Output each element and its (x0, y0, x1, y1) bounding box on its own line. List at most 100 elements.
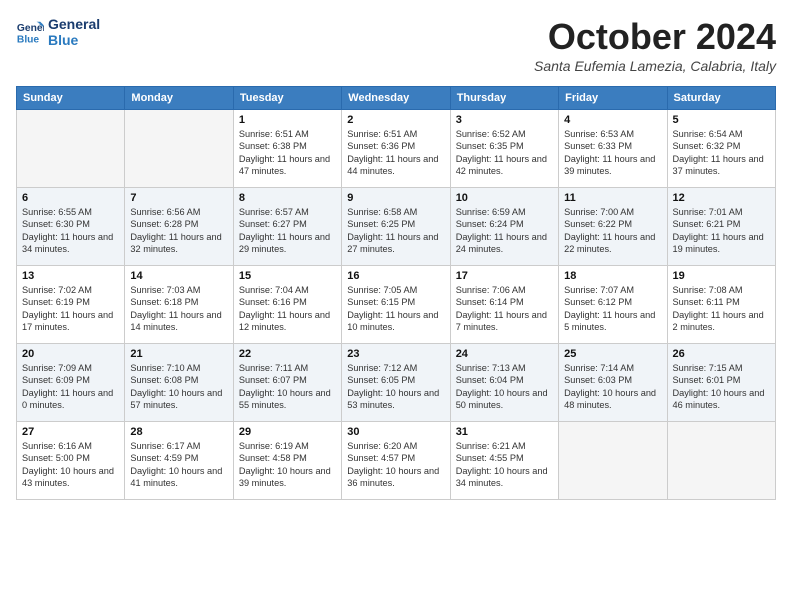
col-header-sunday: Sunday (17, 87, 125, 110)
day-number: 21 (130, 348, 227, 360)
day-info: Sunrise: 6:55 AM Sunset: 6:30 PM Dayligh… (22, 206, 119, 256)
logo: General Blue General Blue (16, 16, 100, 48)
day-number: 17 (456, 270, 553, 282)
day-info: Sunrise: 6:16 AM Sunset: 5:00 PM Dayligh… (22, 440, 119, 490)
day-info: Sunrise: 6:58 AM Sunset: 6:25 PM Dayligh… (347, 206, 444, 256)
calendar-cell: 24Sunrise: 7:13 AM Sunset: 6:04 PM Dayli… (450, 344, 558, 422)
calendar-table: SundayMondayTuesdayWednesdayThursdayFrid… (16, 86, 776, 500)
day-info: Sunrise: 7:09 AM Sunset: 6:09 PM Dayligh… (22, 362, 119, 412)
day-info: Sunrise: 7:00 AM Sunset: 6:22 PM Dayligh… (564, 206, 661, 256)
day-number: 4 (564, 114, 661, 126)
day-info: Sunrise: 6:53 AM Sunset: 6:33 PM Dayligh… (564, 128, 661, 178)
day-info: Sunrise: 7:02 AM Sunset: 6:19 PM Dayligh… (22, 284, 119, 334)
day-info: Sunrise: 6:21 AM Sunset: 4:55 PM Dayligh… (456, 440, 553, 490)
day-number: 1 (239, 114, 336, 126)
calendar-cell: 8Sunrise: 6:57 AM Sunset: 6:27 PM Daylig… (233, 188, 341, 266)
calendar-cell: 28 Sunrise: 6:17 AM Sunset: 4:59 PM Dayli… (125, 422, 233, 500)
day-number: 16 (347, 270, 444, 282)
day-number: 30 (347, 426, 444, 438)
calendar-cell (125, 110, 233, 188)
day-number: 28 (130, 426, 227, 438)
col-header-wednesday: Wednesday (342, 87, 450, 110)
calendar-cell: 15Sunrise: 7:04 AM Sunset: 6:16 PM Dayli… (233, 266, 341, 344)
calendar-cell: 26 Sunrise: 7:15 AM Sunset: 6:01 PM Dayli… (667, 344, 775, 422)
day-number: 9 (347, 192, 444, 204)
day-number: 2 (347, 114, 444, 126)
day-info: Sunrise: 7:07 AM Sunset: 6:12 PM Dayligh… (564, 284, 661, 334)
day-number: 19 (673, 270, 770, 282)
day-number: 12 (673, 192, 770, 204)
col-header-tuesday: Tuesday (233, 87, 341, 110)
day-number: 23 (347, 348, 444, 360)
calendar-cell: 10 Sunrise: 6:59 AM Sunset: 6:24 PM Dayli… (450, 188, 558, 266)
day-info: Sunrise: 7:08 AM Sunset: 6:11 PM Dayligh… (673, 284, 770, 334)
day-number: 24 (456, 348, 553, 360)
day-info: Sunrise: 7:01 AM Sunset: 6:21 PM Dayligh… (673, 206, 770, 256)
calendar-week-row: 27 Sunrise: 6:16 AM Sunset: 5:00 PM Dayli… (17, 422, 776, 500)
calendar-cell: 21 Sunrise: 7:10 AM Sunset: 6:08 PM Dayli… (125, 344, 233, 422)
calendar-cell: 1 Sunrise: 6:51 AM Sunset: 6:38 PM Daylig… (233, 110, 341, 188)
day-info: Sunrise: 7:10 AM Sunset: 6:08 PM Dayligh… (130, 362, 227, 412)
day-info: Sunrise: 6:52 AM Sunset: 6:35 PM Dayligh… (456, 128, 553, 178)
calendar-header-row: SundayMondayTuesdayWednesdayThursdayFrid… (17, 87, 776, 110)
day-info: Sunrise: 6:20 AM Sunset: 4:57 PM Dayligh… (347, 440, 444, 490)
day-number: 31 (456, 426, 553, 438)
calendar-cell: 16 Sunrise: 7:05 AM Sunset: 6:15 PM Dayli… (342, 266, 450, 344)
day-info: Sunrise: 6:51 AM Sunset: 6:38 PM Dayligh… (239, 128, 336, 178)
day-info: Sunrise: 7:06 AM Sunset: 6:14 PM Dayligh… (456, 284, 553, 334)
calendar-cell: 3 Sunrise: 6:52 AM Sunset: 6:35 PM Daylig… (450, 110, 558, 188)
day-number: 7 (130, 192, 227, 204)
location: Santa Eufemia Lamezia, Calabria, Italy (534, 58, 776, 74)
day-number: 10 (456, 192, 553, 204)
calendar-week-row: 6 Sunrise: 6:55 AM Sunset: 6:30 PM Daylig… (17, 188, 776, 266)
day-info: Sunrise: 7:03 AM Sunset: 6:18 PM Dayligh… (130, 284, 227, 334)
logo-icon: General Blue (16, 18, 44, 46)
day-number: 22 (239, 348, 336, 360)
month-title: October 2024 (534, 16, 776, 58)
calendar-cell: 29Sunrise: 6:19 AM Sunset: 4:58 PM Dayli… (233, 422, 341, 500)
day-number: 27 (22, 426, 119, 438)
calendar-cell: 13 Sunrise: 7:02 AM Sunset: 6:19 PM Dayli… (17, 266, 125, 344)
col-header-friday: Friday (559, 87, 667, 110)
day-number: 6 (22, 192, 119, 204)
day-info: Sunrise: 6:56 AM Sunset: 6:28 PM Dayligh… (130, 206, 227, 256)
day-info: Sunrise: 6:17 AM Sunset: 4:59 PM Dayligh… (130, 440, 227, 490)
calendar-cell (667, 422, 775, 500)
calendar-cell: 20 Sunrise: 7:09 AM Sunset: 6:09 PM Dayli… (17, 344, 125, 422)
calendar-cell: 12 Sunrise: 7:01 AM Sunset: 6:21 PM Dayli… (667, 188, 775, 266)
calendar-cell: 22 Sunrise: 7:11 AM Sunset: 6:07 PM Dayli… (233, 344, 341, 422)
col-header-monday: Monday (125, 87, 233, 110)
day-info: Sunrise: 7:11 AM Sunset: 6:07 PM Dayligh… (239, 362, 336, 412)
calendar-cell: 14Sunrise: 7:03 AM Sunset: 6:18 PM Dayli… (125, 266, 233, 344)
calendar-cell: 31 Sunrise: 6:21 AM Sunset: 4:55 PM Dayli… (450, 422, 558, 500)
calendar-cell: 2 Sunrise: 6:51 AM Sunset: 6:36 PM Daylig… (342, 110, 450, 188)
day-number: 26 (673, 348, 770, 360)
calendar-cell: 19 Sunrise: 7:08 AM Sunset: 6:11 PM Dayli… (667, 266, 775, 344)
calendar-cell: 18Sunrise: 7:07 AM Sunset: 6:12 PM Dayli… (559, 266, 667, 344)
calendar-cell: 4 Sunrise: 6:53 AM Sunset: 6:33 PM Daylig… (559, 110, 667, 188)
calendar-week-row: 20 Sunrise: 7:09 AM Sunset: 6:09 PM Dayli… (17, 344, 776, 422)
calendar-cell (559, 422, 667, 500)
day-number: 3 (456, 114, 553, 126)
day-number: 25 (564, 348, 661, 360)
day-number: 5 (673, 114, 770, 126)
day-info: Sunrise: 6:59 AM Sunset: 6:24 PM Dayligh… (456, 206, 553, 256)
day-info: Sunrise: 7:15 AM Sunset: 6:01 PM Dayligh… (673, 362, 770, 412)
day-info: Sunrise: 7:12 AM Sunset: 6:05 PM Dayligh… (347, 362, 444, 412)
day-number: 11 (564, 192, 661, 204)
calendar-cell: 23 Sunrise: 7:12 AM Sunset: 6:05 PM Dayli… (342, 344, 450, 422)
day-info: Sunrise: 6:51 AM Sunset: 6:36 PM Dayligh… (347, 128, 444, 178)
day-number: 15 (239, 270, 336, 282)
day-number: 20 (22, 348, 119, 360)
calendar-cell: 17 Sunrise: 7:06 AM Sunset: 6:14 PM Dayli… (450, 266, 558, 344)
calendar-cell: 27 Sunrise: 6:16 AM Sunset: 5:00 PM Dayli… (17, 422, 125, 500)
day-info: Sunrise: 6:57 AM Sunset: 6:27 PM Dayligh… (239, 206, 336, 256)
day-number: 13 (22, 270, 119, 282)
calendar-cell: 30 Sunrise: 6:20 AM Sunset: 4:57 PM Dayli… (342, 422, 450, 500)
calendar-cell: 5Sunrise: 6:54 AM Sunset: 6:32 PM Daylig… (667, 110, 775, 188)
calendar-week-row: 13 Sunrise: 7:02 AM Sunset: 6:19 PM Dayli… (17, 266, 776, 344)
day-info: Sunrise: 7:05 AM Sunset: 6:15 PM Dayligh… (347, 284, 444, 334)
col-header-thursday: Thursday (450, 87, 558, 110)
day-info: Sunrise: 6:19 AM Sunset: 4:58 PM Dayligh… (239, 440, 336, 490)
svg-text:General: General (17, 23, 44, 34)
